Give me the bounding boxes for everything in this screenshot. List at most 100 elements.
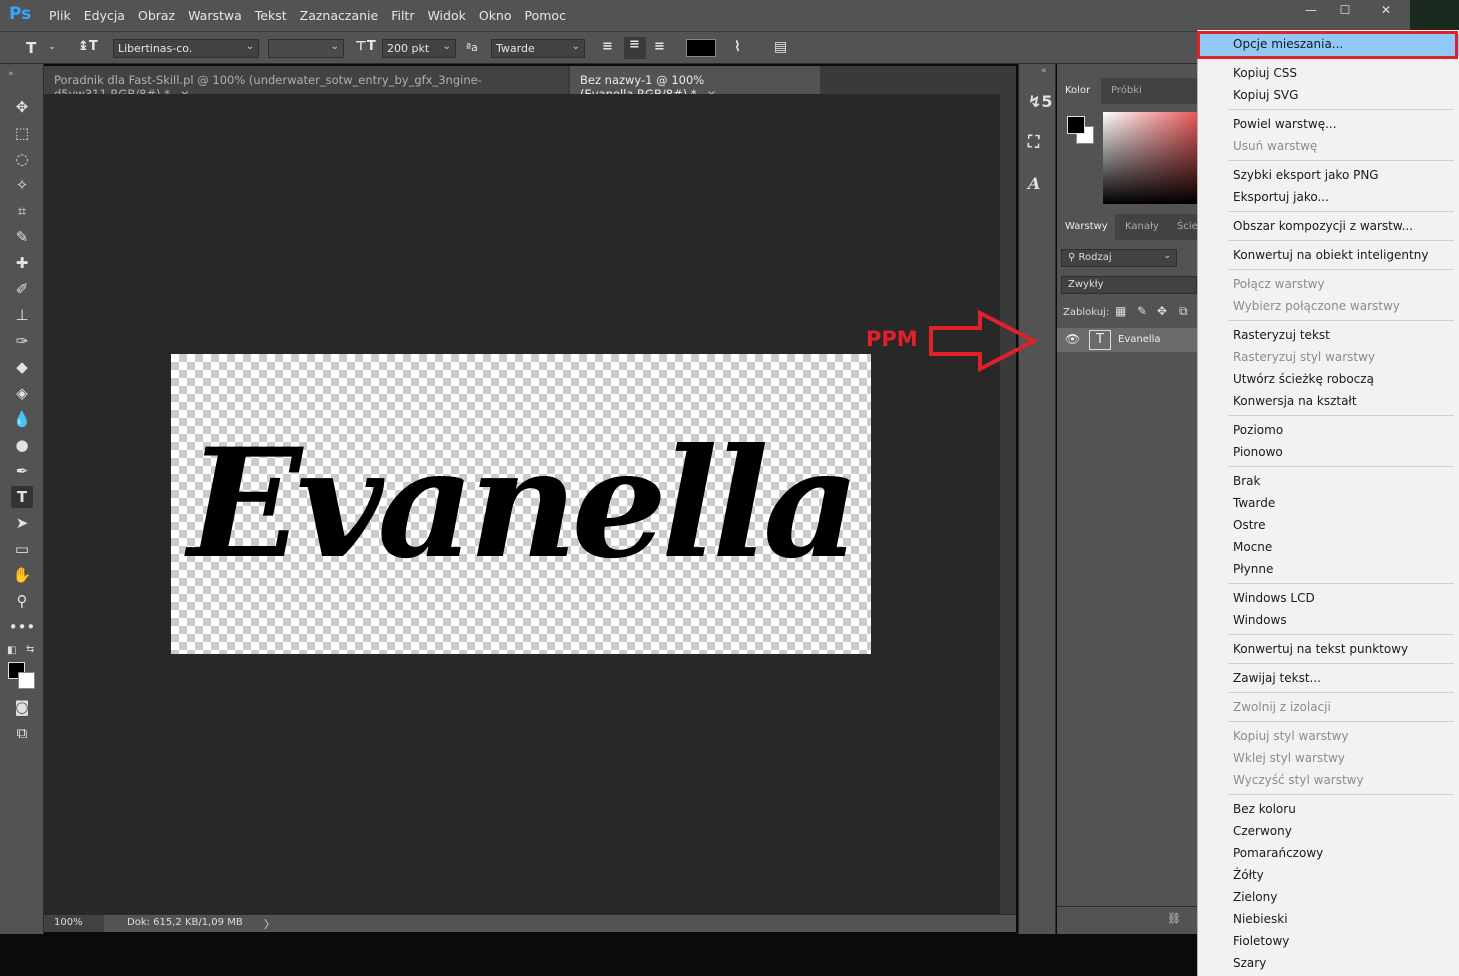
zoom-tool-icon[interactable]: ⚲	[11, 590, 33, 612]
minimize-icon[interactable]: —	[1294, 0, 1328, 20]
color-spectrum[interactable]	[1103, 112, 1197, 204]
menu-item-warstwa[interactable]: Warstwa	[188, 8, 242, 23]
character-panel-icon[interactable]: ▤	[774, 39, 787, 55]
move-tool-icon[interactable]: ✥	[11, 96, 33, 118]
context-menu-item[interactable]: Ostre	[1198, 515, 1459, 537]
context-menu-item[interactable]: Płynne	[1198, 559, 1459, 581]
menu-item-obraz[interactable]: Obraz	[138, 8, 175, 23]
tab-kolor[interactable]: Kolor	[1057, 78, 1101, 104]
context-menu-item[interactable]: Pomarańczowy	[1198, 843, 1459, 865]
paint-bucket-tool-icon[interactable]: ◈	[11, 382, 33, 404]
context-menu-item[interactable]: Konwersja na kształt	[1198, 391, 1459, 413]
brush-tool-icon[interactable]: ✐	[11, 278, 33, 300]
layer-filter-select[interactable]: ⚲ Rodzaj ⌄	[1061, 249, 1177, 267]
canvas-workspace[interactable]: Evanella	[44, 94, 1000, 914]
screen-mode-icon[interactable]: ⧉	[11, 722, 33, 744]
menu-item-widok[interactable]: Widok	[427, 8, 465, 23]
context-menu-item[interactable]: Konwertuj na obiekt inteligentny	[1198, 245, 1459, 267]
align-left-icon[interactable]: ≡	[602, 39, 613, 54]
color-panel-foreground[interactable]	[1067, 116, 1085, 134]
context-menu-item[interactable]: Poziomo	[1198, 420, 1459, 442]
context-menu-item[interactable]: Windows	[1198, 610, 1459, 632]
vertical-scrollbar[interactable]	[1000, 94, 1016, 914]
text-color-swatch[interactable]	[686, 39, 716, 57]
tab-bez-nazwy[interactable]: Bez nazwy-1 @ 100% (Evanella,RGB/8#) *×	[570, 66, 820, 101]
blend-mode-select[interactable]: Zwykły	[1061, 276, 1197, 294]
zoom-level[interactable]: 100%	[44, 915, 104, 932]
visibility-eye-icon[interactable]: 👁	[1065, 332, 1080, 346]
tab-probki[interactable]: Próbki	[1103, 78, 1150, 104]
blur-tool-icon[interactable]: 💧	[11, 408, 33, 430]
layer-name[interactable]: Evanella	[1118, 334, 1161, 345]
context-menu-item[interactable]: Utwórz ścieżkę roboczą	[1198, 369, 1459, 391]
context-menu-item[interactable]: Szary	[1198, 953, 1459, 975]
chevron-right-icon[interactable]: 〉	[264, 916, 275, 932]
history-panel-icon[interactable]: ↯5	[1028, 92, 1053, 111]
marquee-tool-icon[interactable]: ⬚	[11, 122, 33, 144]
character-panel-icon[interactable]: A	[1028, 174, 1040, 193]
default-colors-icon[interactable]: ◧	[7, 645, 16, 656]
tab-kanaly[interactable]: Kanały	[1117, 214, 1167, 240]
layer-row[interactable]: 👁 T Evanella	[1057, 328, 1197, 352]
history-brush-tool-icon[interactable]: ✑	[11, 330, 33, 352]
lock-artboard-icon[interactable]: ⧉	[1179, 304, 1188, 319]
context-menu-item[interactable]: Szybki eksport jako PNG	[1198, 165, 1459, 187]
eraser-tool-icon[interactable]: ◆	[11, 356, 33, 378]
background-color-swatch[interactable]	[18, 672, 35, 689]
lasso-tool-icon[interactable]: ◌	[11, 148, 33, 170]
stamp-tool-icon[interactable]: ⊥	[11, 304, 33, 326]
link-layers-icon[interactable]: ⛓	[1167, 912, 1181, 925]
context-menu-item[interactable]: Opcje mieszania...	[1198, 34, 1459, 56]
align-center-icon[interactable]: ≡	[624, 37, 646, 59]
font-size-select[interactable]: 200 pkt ⌄	[382, 39, 456, 58]
path-selection-tool-icon[interactable]: ➤	[11, 512, 33, 534]
close-icon[interactable]: ✕	[1362, 0, 1410, 20]
context-menu-item[interactable]: Obszar kompozycji z warstw...	[1198, 216, 1459, 238]
lock-transparency-icon[interactable]: ▦	[1115, 304, 1126, 318]
context-menu-item[interactable]: Czerwony	[1198, 821, 1459, 843]
swap-colors-icon[interactable]: ⇆	[26, 644, 34, 655]
context-menu-item[interactable]: Eksportuj jako...	[1198, 187, 1459, 209]
lock-pixels-icon[interactable]: ✎	[1137, 304, 1147, 318]
tab-poradnik[interactable]: Poradnik dla Fast-Skill.pl @ 100% (under…	[44, 66, 568, 101]
font-style-select[interactable]: ⌄	[268, 39, 344, 58]
more-tools-icon[interactable]: •••	[9, 616, 36, 638]
antialias-select[interactable]: Twarde ⌄	[491, 39, 585, 58]
context-menu-item[interactable]: Bez koloru	[1198, 799, 1459, 821]
context-menu-item[interactable]: Rasteryzuj tekst	[1198, 325, 1459, 347]
context-menu-item[interactable]: Brak	[1198, 471, 1459, 493]
context-menu-item[interactable]: Kopiuj SVG	[1198, 85, 1459, 107]
text-orientation-icon[interactable]: ↨T	[78, 39, 98, 54]
panel-grip-icon[interactable]: »	[8, 69, 14, 79]
menu-item-tekst[interactable]: Tekst	[255, 8, 287, 23]
context-menu-item[interactable]: Mocne	[1198, 537, 1459, 559]
magic-wand-tool-icon[interactable]: ✧	[11, 174, 33, 196]
context-menu-item[interactable]: Fioletowy	[1198, 931, 1459, 953]
rectangle-tool-icon[interactable]: ▭	[11, 538, 33, 560]
tab-warstwy[interactable]: Warstwy	[1057, 214, 1115, 240]
quick-mask-icon[interactable]: ◙	[11, 696, 33, 718]
menu-item-plik[interactable]: Plik	[49, 8, 71, 23]
warp-text-icon[interactable]: ⌇	[734, 39, 741, 55]
context-menu-item[interactable]: Pionowo	[1198, 442, 1459, 464]
context-menu-item[interactable]: Powiel warstwę...	[1198, 114, 1459, 136]
crop-tool-icon[interactable]: ⌗	[11, 200, 33, 222]
context-menu-item[interactable]: Niebieski	[1198, 909, 1459, 931]
context-menu-item[interactable]: Windows LCD	[1198, 588, 1459, 610]
font-family-select[interactable]: Libertinas-co. ⌄	[113, 39, 259, 58]
context-menu-item[interactable]: Konwertuj na tekst punktowy	[1198, 639, 1459, 661]
context-menu-item[interactable]: Zawijaj tekst...	[1198, 668, 1459, 690]
context-menu-item[interactable]: Żółty	[1198, 865, 1459, 887]
context-menu-item[interactable]: Zielony	[1198, 887, 1459, 909]
align-right-icon[interactable]: ≡	[654, 39, 665, 54]
properties-panel-icon[interactable]: ⛶	[1028, 132, 1039, 152]
lock-position-icon[interactable]: ✥	[1157, 304, 1167, 318]
panel-grip-icon[interactable]: «	[1041, 66, 1047, 76]
eyedropper-tool-icon[interactable]: ✎	[11, 226, 33, 248]
healing-brush-tool-icon[interactable]: ✚	[11, 252, 33, 274]
menu-item-zaznaczanie[interactable]: Zaznaczanie	[300, 8, 379, 23]
menu-item-filtr[interactable]: Filtr	[391, 8, 414, 23]
maximize-icon[interactable]: ☐	[1328, 0, 1362, 20]
pen-tool-icon[interactable]: ✒	[11, 460, 33, 482]
menu-item-okno[interactable]: Okno	[479, 8, 512, 23]
